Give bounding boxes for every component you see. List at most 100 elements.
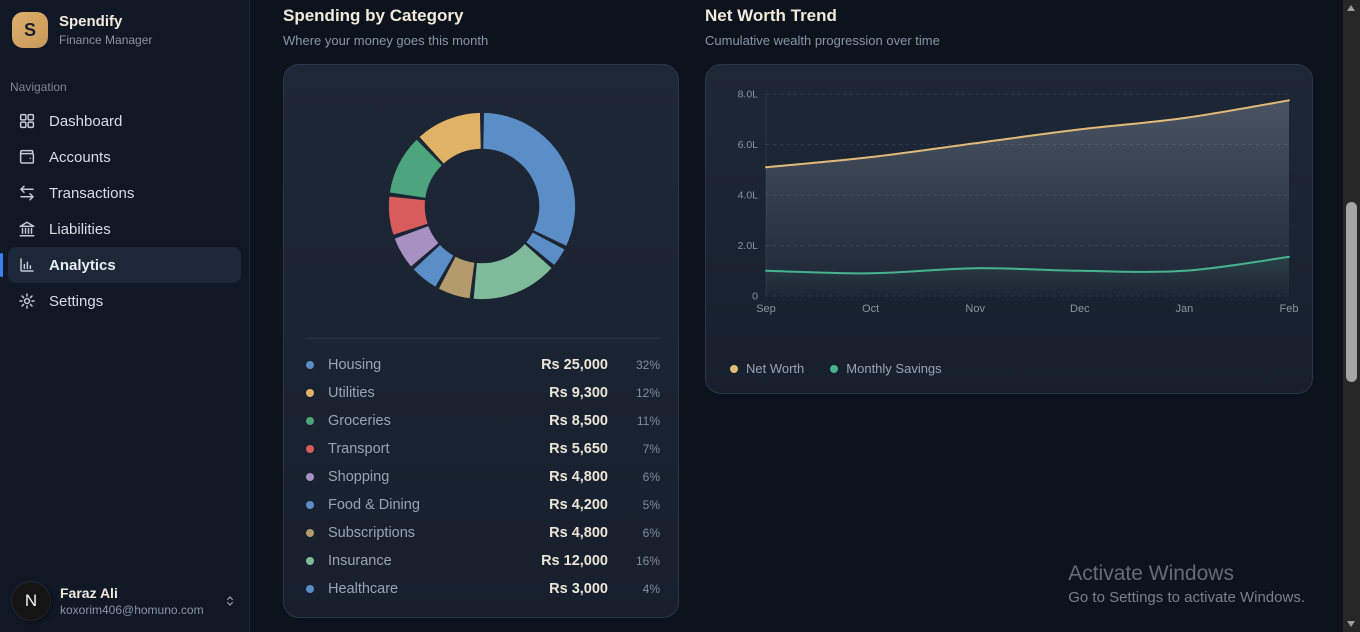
liabilities-icon [18, 220, 36, 238]
category-label: Transport [328, 441, 390, 457]
category-color-dot [306, 361, 314, 369]
sidebar-item-accounts[interactable]: Accounts [8, 139, 241, 175]
category-amount: Rs 3,000 [549, 581, 608, 597]
spending-legend-row-healthcare: Healthcare Rs 3,000 4% [306, 575, 660, 603]
sidebar-item-dashboard[interactable]: Dashboard [8, 103, 241, 139]
y-tick-label: 6.0L [738, 139, 759, 151]
networth-title: Net Worth Trend [705, 6, 940, 26]
sidebar-item-analytics[interactable]: Analytics [8, 247, 241, 283]
user-email: koxorim406@homuno.com [60, 603, 204, 617]
category-label: Utilities [328, 385, 375, 401]
category-amount: Rs 25,000 [541, 357, 608, 373]
series-label: Net Worth [746, 361, 804, 376]
category-label: Housing [328, 357, 381, 373]
app-logo-icon: S [12, 12, 48, 48]
spending-legend-row-groceries: Groceries Rs 8,500 11% [306, 407, 660, 435]
series-color-dot [730, 365, 738, 373]
spending-legend-row-subscriptions: Subscriptions Rs 4,800 6% [306, 519, 660, 547]
category-percent: 16% [608, 554, 660, 568]
category-color-dot [306, 529, 314, 537]
category-percent: 6% [608, 526, 660, 540]
analytics-icon [18, 256, 36, 274]
app-name: Spendify [59, 13, 152, 31]
category-percent: 11% [608, 414, 660, 428]
donut-segment-housing[interactable] [483, 113, 575, 246]
user-menu[interactable]: N Faraz Ali koxorim406@homuno.com [0, 570, 249, 632]
avatar: N [12, 582, 50, 620]
category-percent: 32% [608, 358, 660, 372]
category-color-dot [306, 557, 314, 565]
x-tick-label: Sep [756, 303, 776, 315]
watermark-title: Activate Windows [1068, 562, 1305, 586]
category-label: Insurance [328, 553, 392, 569]
spending-legend-row-transport: Transport Rs 5,650 7% [306, 435, 660, 463]
category-percent: 5% [608, 498, 660, 512]
category-label: Groceries [328, 413, 391, 429]
app-window: S Spendify Finance Manager Navigation Da… [0, 0, 1360, 632]
app-tagline: Finance Manager [59, 33, 152, 47]
chevrons-up-down-icon[interactable] [223, 594, 237, 608]
category-color-dot [306, 445, 314, 453]
sidebar-item-transactions[interactable]: Transactions [8, 175, 241, 211]
wallet-icon [18, 148, 36, 166]
scrollbar-track[interactable] [1343, 0, 1360, 632]
category-amount: Rs 4,800 [549, 525, 608, 541]
category-amount: Rs 8,500 [549, 413, 608, 429]
sidebar: S Spendify Finance Manager Navigation Da… [0, 0, 250, 632]
networth-section-header: Net Worth Trend Cumulative wealth progre… [705, 6, 940, 48]
y-tick-label: 2.0L [738, 240, 759, 252]
spending-category-list: Housing Rs 25,000 32% Utilities Rs 9,300… [306, 351, 660, 603]
category-percent: 7% [608, 442, 660, 456]
category-percent: 4% [608, 582, 660, 596]
spending-section-header: Spending by Category Where your money go… [283, 6, 488, 48]
spending-legend-row-shopping: Shopping Rs 4,800 6% [306, 463, 660, 491]
sidebar-nav: Dashboard Accounts Transactions Liabilit… [0, 103, 249, 319]
series-legend-item-monthly-savings[interactable]: Monthly Savings [830, 361, 941, 376]
scroll-up-arrow-icon[interactable] [1347, 5, 1355, 11]
nav-section-label: Navigation [0, 58, 249, 103]
card-divider [306, 338, 660, 339]
spending-subtitle: Where your money goes this month [283, 33, 488, 48]
series-label: Monthly Savings [846, 361, 941, 376]
category-color-dot [306, 501, 314, 509]
x-tick-labels: Sep Oct Nov Dec Jan Feb [756, 303, 1298, 315]
y-tick-label: 8.0L [738, 89, 759, 101]
category-color-dot [306, 585, 314, 593]
networth-trend-chart[interactable]: 0 2.0L 4.0L 6.0L 8.0L Sep Oct Nov Dec Jan Feb [706, 65, 1314, 395]
sidebar-item-liabilities[interactable]: Liabilities [8, 211, 241, 247]
x-tick-label: Oct [862, 303, 879, 315]
series-color-dot [830, 365, 838, 373]
networth-card: 0 2.0L 4.0L 6.0L 8.0L Sep Oct Nov Dec Jan Feb Net … [705, 64, 1313, 394]
y-tick-label: 0 [752, 291, 758, 303]
category-color-dot [306, 417, 314, 425]
spending-legend-row-housing: Housing Rs 25,000 32% [306, 351, 660, 379]
transactions-icon [18, 184, 36, 202]
category-label: Subscriptions [328, 525, 415, 541]
spending-donut-chart[interactable] [385, 109, 579, 303]
networth-subtitle: Cumulative wealth progression over time [705, 33, 940, 48]
x-tick-label: Jan [1176, 303, 1194, 315]
scroll-down-arrow-icon[interactable] [1347, 621, 1355, 627]
series-legend-item-net-worth[interactable]: Net Worth [730, 361, 804, 376]
spending-title: Spending by Category [283, 6, 488, 26]
category-color-dot [306, 389, 314, 397]
spending-legend-row-food-dining: Food & Dining Rs 4,200 5% [306, 491, 660, 519]
category-amount: Rs 9,300 [549, 385, 608, 401]
app-logo: S Spendify Finance Manager [0, 0, 249, 58]
y-tick-label: 4.0L [738, 190, 759, 202]
category-color-dot [306, 473, 314, 481]
category-percent: 12% [608, 386, 660, 400]
scrollbar-thumb[interactable] [1346, 202, 1357, 382]
sidebar-item-settings[interactable]: Settings [8, 283, 241, 319]
category-amount: Rs 4,800 [549, 469, 608, 485]
x-tick-label: Nov [965, 303, 985, 315]
x-tick-label: Dec [1070, 303, 1090, 315]
x-tick-label: Feb [1280, 303, 1299, 315]
category-percent: 6% [608, 470, 660, 484]
category-amount: Rs 5,650 [549, 441, 608, 457]
dashboard-grid-icon [18, 112, 36, 130]
watermark-subtitle: Go to Settings to activate Windows. [1068, 589, 1305, 606]
spending-card: Housing Rs 25,000 32% Utilities Rs 9,300… [283, 64, 679, 618]
user-name: Faraz Ali [60, 585, 204, 601]
category-amount: Rs 4,200 [549, 497, 608, 513]
